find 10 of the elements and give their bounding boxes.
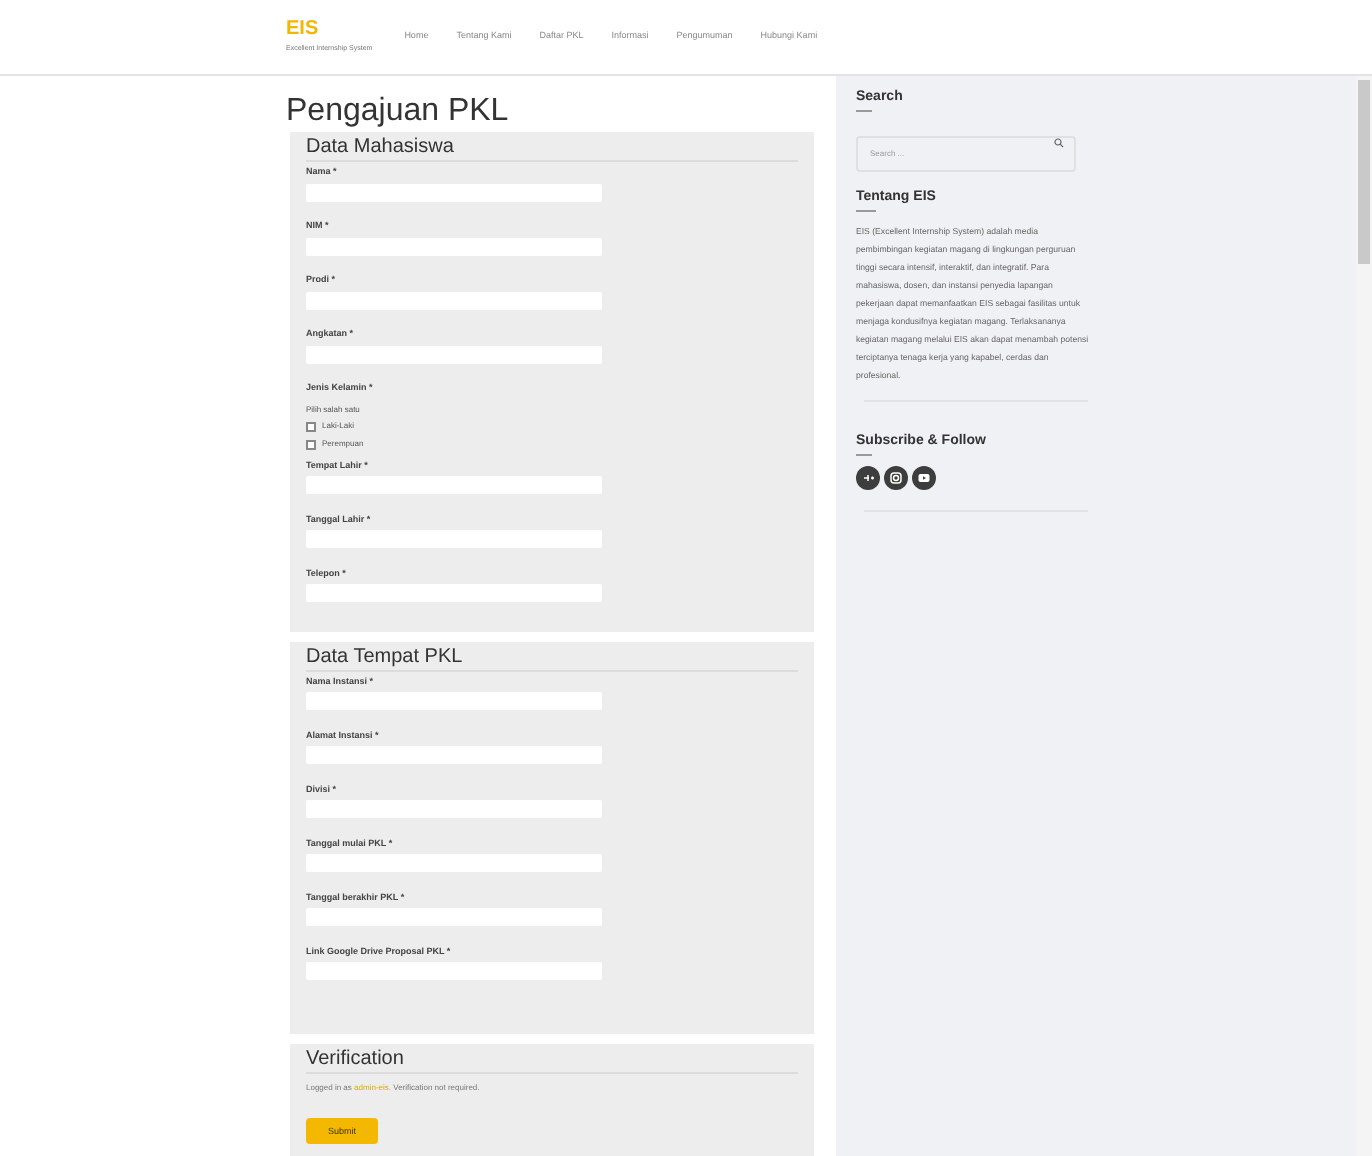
section-title: Data Mahasiswa xyxy=(306,136,798,162)
radio-button[interactable] xyxy=(306,439,316,449)
video-icon[interactable] xyxy=(912,466,936,490)
scrollbar-thumb[interactable] xyxy=(1358,80,1370,264)
page-title: Pengajuan PKL xyxy=(286,92,511,132)
radio-button[interactable] xyxy=(306,421,316,431)
camera-icon[interactable] xyxy=(884,466,908,490)
section-title: Data Tempat PKL xyxy=(306,645,798,671)
search-icon[interactable] xyxy=(1054,137,1064,147)
section-title: Verification xyxy=(306,1047,798,1073)
